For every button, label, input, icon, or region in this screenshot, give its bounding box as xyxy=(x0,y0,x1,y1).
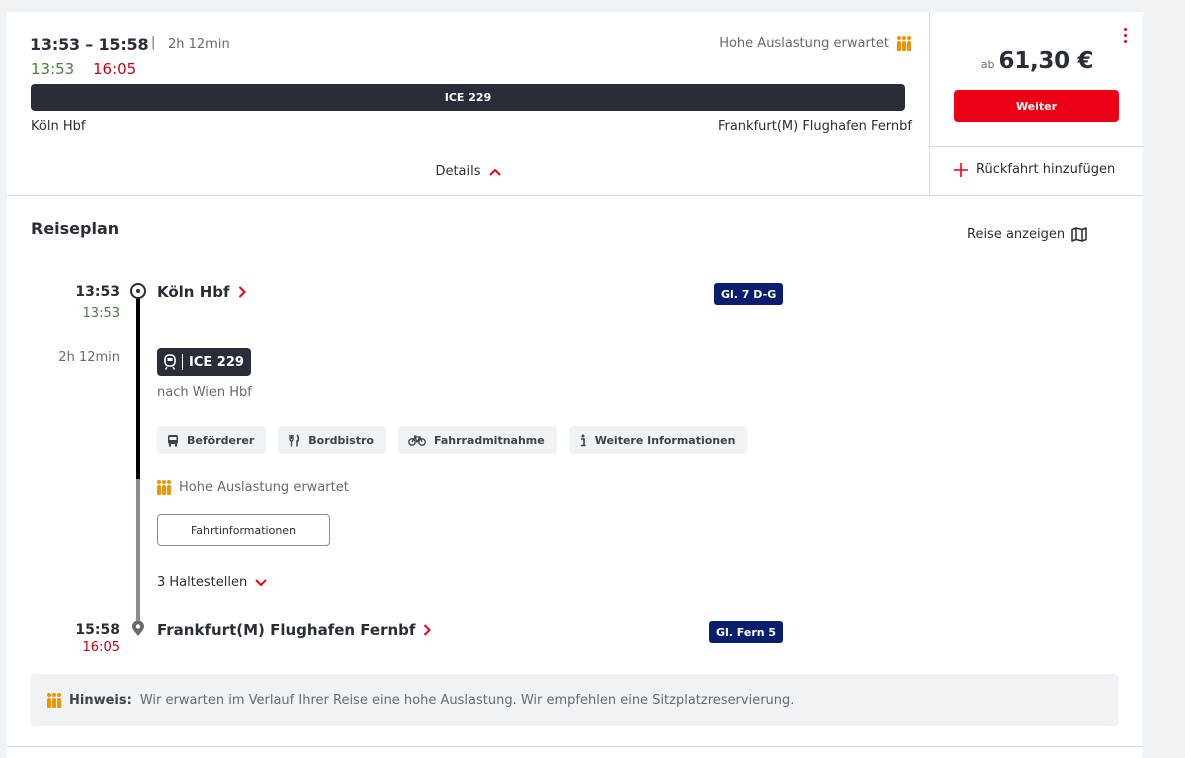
chip-label: Beförderer xyxy=(187,433,255,447)
connection-summary[interactable]: 13:53 – 15:58 | 2h 12min 13:53 16:05 Hoh… xyxy=(7,12,929,196)
price-prefix: ab xyxy=(980,58,995,71)
route-line-upcoming xyxy=(136,479,140,623)
chip-label: Bordbistro xyxy=(308,433,374,447)
occupancy-text: Hohe Auslastung erwartet xyxy=(719,36,889,51)
leg-occupancy: Hohe Auslastung erwartet xyxy=(157,480,349,495)
occupancy-hint: Hinweis: Wir erwarten im Verlauf Ihrer R… xyxy=(31,674,1119,726)
chevron-up-icon xyxy=(488,168,501,176)
hint-label: Hinweis: xyxy=(69,692,132,708)
map-icon xyxy=(1071,227,1087,242)
origin-marker-icon xyxy=(130,283,146,299)
price-value: 61,30 € xyxy=(998,48,1094,74)
more-options-icon[interactable] xyxy=(1124,28,1128,43)
intermediate-stops-toggle[interactable]: 3 Haltestellen xyxy=(157,575,267,590)
train-bar: ICE 229 xyxy=(31,84,905,111)
train-direction: nach Wien Hbf xyxy=(157,385,252,400)
info-icon xyxy=(580,434,586,446)
trip-information-button[interactable]: Fahrtinformationen xyxy=(157,514,330,546)
offer-panel: ab 61,30 € Weiter Rückfahrt hinzufügen xyxy=(929,12,1144,196)
origin-station: Köln Hbf xyxy=(31,119,86,134)
departure-realtime: 13:53 xyxy=(82,306,120,321)
route-line-travelled xyxy=(136,297,140,479)
arrival-time: 15:58 xyxy=(75,622,120,638)
connection-times: 13:53 – 15:58 xyxy=(30,35,149,54)
occupancy-high-icon xyxy=(897,36,911,51)
arrival-realtime: 16:05 xyxy=(82,640,120,655)
departure-station-name: Köln Hbf xyxy=(157,283,230,301)
add-return-label: Rückfahrt hinzufügen xyxy=(976,162,1116,177)
details-label: Details xyxy=(435,164,481,179)
occupancy-high-icon xyxy=(157,480,171,495)
show-trip-label: Reise anzeigen xyxy=(967,227,1066,242)
show-trip-link[interactable]: Reise anzeigen xyxy=(967,227,1087,242)
chip-label: Weitere Informationen xyxy=(594,433,736,447)
arrival-station-name: Frankfurt(M) Flughafen Fernbf xyxy=(157,621,416,639)
connection-duration: 2h 12min xyxy=(168,37,230,52)
details-toggle[interactable]: Details xyxy=(7,164,929,179)
badge-separator xyxy=(182,354,183,370)
stops-label: 3 Haltestellen xyxy=(157,575,248,590)
cutlery-icon xyxy=(289,433,300,446)
bicycle-icon xyxy=(408,435,426,446)
more-info-chip[interactable]: Weitere Informationen xyxy=(568,426,748,454)
chevron-right-icon xyxy=(238,286,246,298)
arrival-station-link[interactable]: Frankfurt(M) Flughafen Fernbf xyxy=(157,621,432,639)
train-name: ICE 229 xyxy=(189,354,244,370)
continue-button[interactable]: Weiter xyxy=(954,90,1119,122)
price: ab 61,30 € xyxy=(930,48,1144,74)
occupancy-indicator: Hohe Auslastung erwartet xyxy=(719,36,911,51)
connection-card: 13:53 – 15:58 | 2h 12min 13:53 16:05 Hoh… xyxy=(7,12,1144,758)
departure-station-link[interactable]: Köln Hbf xyxy=(157,283,246,301)
realtime-arrival: 16:05 xyxy=(93,60,137,78)
bistro-chip[interactable]: Bordbistro xyxy=(278,426,386,454)
divider xyxy=(7,746,1143,747)
departure-time: 13:53 xyxy=(75,284,120,300)
destination-pin-icon xyxy=(132,621,144,636)
bicycle-chip[interactable]: Fahrradmitnahme xyxy=(397,426,557,454)
realtime-departure: 13:53 xyxy=(31,60,75,78)
add-return-button[interactable]: Rückfahrt hinzufügen xyxy=(954,162,1115,177)
divider xyxy=(930,146,1144,147)
chip-label: Fahrradmitnahme xyxy=(433,433,545,447)
destination-station: Frankfurt(M) Flughafen Fernbf xyxy=(717,119,912,134)
separator: | xyxy=(151,35,156,50)
occupancy-high-icon xyxy=(47,692,61,708)
train-badge[interactable]: ICE 229 xyxy=(157,348,251,376)
chevron-right-icon xyxy=(424,624,432,636)
itinerary-title: Reiseplan xyxy=(31,219,120,238)
train-icon xyxy=(164,354,176,370)
bus-icon xyxy=(168,434,178,446)
operator-chip[interactable]: Beförderer xyxy=(157,426,267,454)
arrival-platform-badge: Gl. Fern 5 xyxy=(709,621,784,643)
leg-occupancy-text: Hohe Auslastung erwartet xyxy=(179,480,349,495)
leg-duration: 2h 12min xyxy=(58,350,120,365)
plus-icon xyxy=(954,162,968,177)
train-attributes: Beförderer Bordbistro Fahrradmitnahme We… xyxy=(157,426,748,454)
chevron-down-icon xyxy=(255,578,267,586)
departure-platform-badge: Gl. 7 D-G xyxy=(714,283,784,305)
hint-text: Wir erwarten im Verlauf Ihrer Reise eine… xyxy=(139,692,795,708)
